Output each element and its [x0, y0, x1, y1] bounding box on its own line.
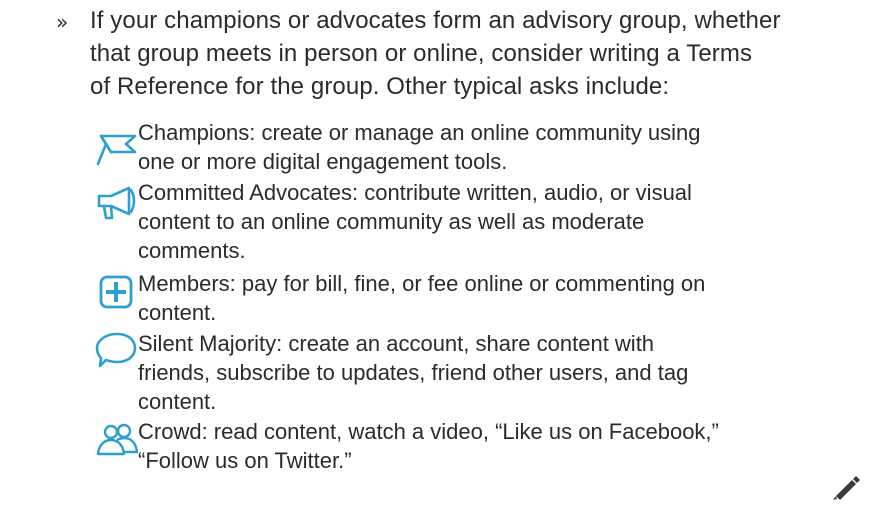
group-icon — [95, 421, 141, 461]
item-line: content. — [138, 300, 217, 325]
pencil-icon — [826, 470, 862, 500]
document-page: » If your champions or advocates form an… — [0, 0, 889, 500]
item-line: content. — [138, 389, 217, 414]
item-line: comments. — [138, 238, 246, 263]
item-line: Champions: create or manage an online co… — [138, 120, 701, 145]
plus-box-icon — [95, 273, 141, 313]
item-text: Crowd: read content, watch a video, “Lik… — [138, 417, 858, 475]
flag-icon — [95, 130, 141, 170]
item-text: Champions: create or manage an online co… — [138, 118, 858, 176]
intro-line: that group meets in person or online, co… — [90, 40, 753, 67]
item-line: content to an online community as well a… — [138, 209, 645, 234]
megaphone-icon — [95, 184, 141, 224]
intro-line: If your champions or advocates form an a… — [90, 7, 781, 34]
bullet-marker: » — [56, 10, 69, 34]
item-line: Committed Advocates: contribute written,… — [138, 180, 692, 205]
item-text: Committed Advocates: contribute written,… — [138, 178, 858, 265]
intro-paragraph: If your champions or advocates form an a… — [90, 4, 850, 103]
intro-line: of Reference for the group. Other typica… — [90, 73, 670, 100]
item-line: one or more digital engagement tools. — [138, 149, 508, 174]
item-text: Members: pay for bill, fine, or fee onli… — [138, 269, 858, 327]
item-text: Silent Majority: create an account, shar… — [138, 329, 858, 416]
item-line: Silent Majority: create an account, shar… — [138, 331, 655, 356]
item-line: Members: pay for bill, fine, or fee onli… — [138, 271, 706, 296]
item-line: friends, subscribe to updates, friend ot… — [138, 360, 689, 385]
speech-bubble-icon — [95, 331, 141, 371]
item-line: “Follow us on Twitter.” — [138, 448, 352, 473]
item-line: Crowd: read content, watch a video, “Lik… — [138, 419, 719, 444]
